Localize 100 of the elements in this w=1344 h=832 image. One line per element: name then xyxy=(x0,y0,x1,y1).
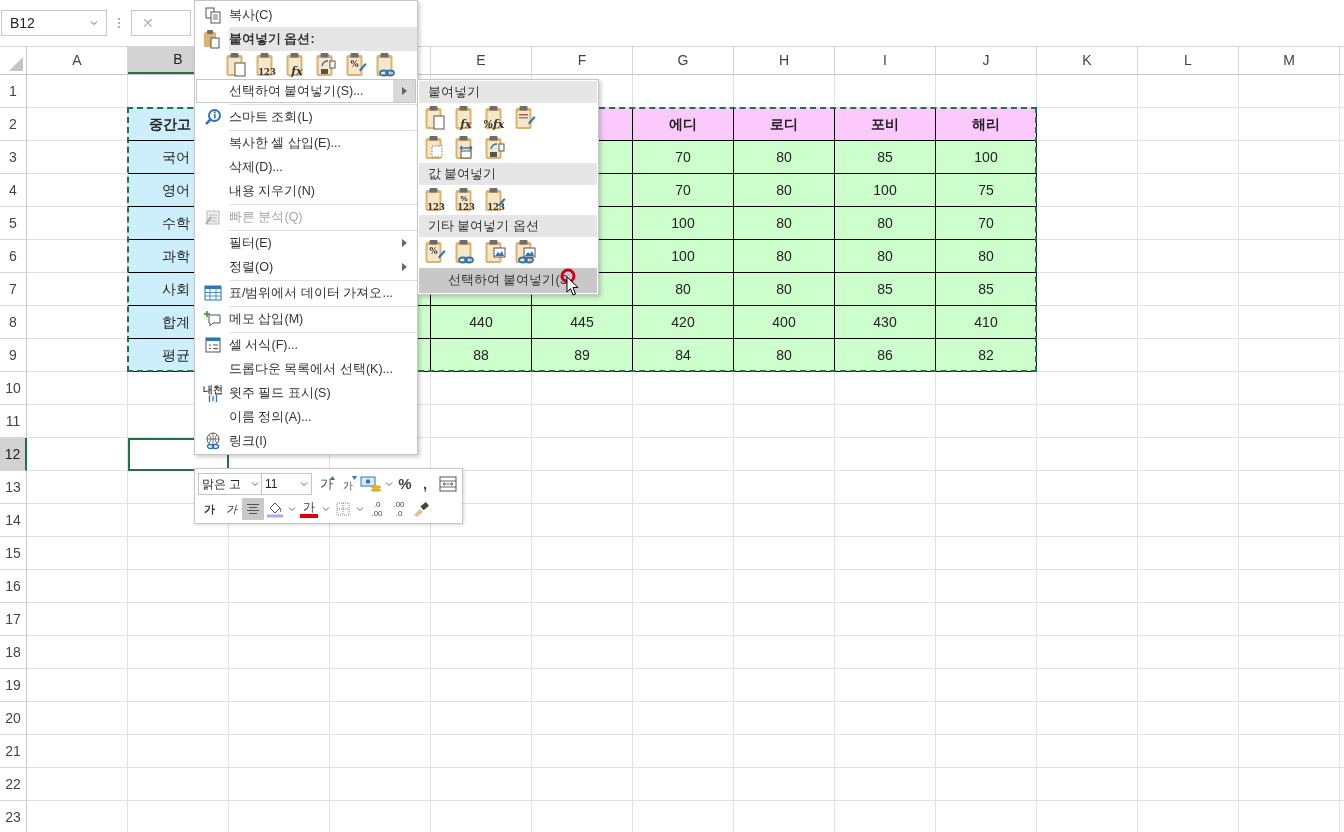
copy-icon xyxy=(204,6,222,24)
up-triangle-icon xyxy=(330,476,335,480)
table-cell: 에디 xyxy=(633,108,734,141)
font-name-field[interactable]: 맑은 고 xyxy=(198,473,262,495)
color-bar xyxy=(300,514,318,518)
paintbrush-icon xyxy=(412,501,430,517)
table-cell: 84 xyxy=(633,339,734,372)
row-header[interactable]: 12 xyxy=(0,438,27,471)
row-header[interactable]: 19 xyxy=(0,669,27,702)
submenu-section-header: 붙여넣기 xyxy=(419,81,597,103)
row-header[interactable]: 23 xyxy=(0,801,27,832)
decimal-places-button[interactable]: .00 .0 xyxy=(388,498,410,520)
table-cell: 80 xyxy=(734,207,835,240)
row-header[interactable]: 10 xyxy=(0,372,27,405)
clipboard-arrows-icon[interactable] xyxy=(315,52,339,78)
row-header[interactable]: 7 xyxy=(0,273,27,306)
number-format-button[interactable]: , xyxy=(415,473,435,495)
row-header[interactable]: 8 xyxy=(0,306,27,339)
table-cell: 80 xyxy=(936,240,1037,273)
table-cell: 88 xyxy=(431,339,532,372)
row-header[interactable]: 5 xyxy=(0,207,27,240)
globe-link-icon xyxy=(204,432,222,450)
row-header[interactable]: 18 xyxy=(0,636,27,669)
row-header[interactable]: 6 xyxy=(0,240,27,273)
clipboard-brush-icon[interactable] xyxy=(514,105,538,131)
table-cell: 80 xyxy=(734,339,835,372)
font-color-button[interactable]: 가 xyxy=(298,498,320,520)
table-icon xyxy=(204,285,222,301)
table-cell: 100 xyxy=(633,207,734,240)
table-cell: 70 xyxy=(633,174,734,207)
table-cell: 85 xyxy=(936,273,1037,306)
paint-bucket-icon xyxy=(266,500,284,518)
row-header[interactable]: 4 xyxy=(0,174,27,207)
column-header[interactable]: M xyxy=(1239,47,1340,74)
font-size-field[interactable]: 11 xyxy=(262,473,312,495)
row-header[interactable]: 1 xyxy=(0,75,27,108)
menu-item[interactable]: 링크(I) xyxy=(196,429,416,453)
table-cell: 80 xyxy=(835,207,936,240)
column-header[interactable]: J xyxy=(936,47,1037,74)
comment-icon xyxy=(204,310,222,328)
row-header[interactable]: 13 xyxy=(0,471,27,504)
wrap-text-icon[interactable] xyxy=(438,475,458,493)
clipboard-page-icon[interactable] xyxy=(424,105,448,131)
clipboard-icon xyxy=(203,29,221,49)
center-align-button[interactable] xyxy=(242,498,264,520)
table-cell: 80 xyxy=(734,174,835,207)
row-header[interactable]: 16 xyxy=(0,570,27,603)
column-header[interactable]: H xyxy=(734,47,835,74)
column-header[interactable]: G xyxy=(633,47,734,74)
column-header[interactable]: F xyxy=(532,47,633,74)
row-header[interactable]: 9 xyxy=(0,339,27,372)
align-center-icon xyxy=(246,503,260,515)
decrease-font-button[interactable]: 가 xyxy=(337,473,359,495)
table-cell: 100 xyxy=(936,141,1037,174)
drag-handle-icon xyxy=(117,16,121,30)
table-cell: 해리 xyxy=(936,108,1037,141)
column-header[interactable]: K xyxy=(1037,47,1138,74)
table-cell: 70 xyxy=(633,141,734,174)
row-header[interactable]: 22 xyxy=(0,768,27,801)
table-cell: 80 xyxy=(633,273,734,306)
column-header[interactable]: I xyxy=(835,47,936,74)
table-cell: 100 xyxy=(633,240,734,273)
decimal-places-button[interactable]: .0 .00 xyxy=(366,498,388,520)
italic-button[interactable]: 가 xyxy=(220,498,242,520)
number-format-button[interactable]: % xyxy=(395,473,415,495)
name-box[interactable]: B12 xyxy=(1,10,107,36)
table-cell: 75 xyxy=(936,174,1037,207)
table-cell: 430 xyxy=(835,306,936,339)
menu-item[interactable]: 내천 윗주 필드 표시(S) xyxy=(196,381,416,405)
table-cell: 82 xyxy=(936,339,1037,372)
table-cell: 포비 xyxy=(835,108,936,141)
clipboard-picture-icon[interactable] xyxy=(514,239,538,265)
column-header[interactable]: E xyxy=(431,47,532,74)
clipboard-page-icon[interactable] xyxy=(225,52,249,78)
row-header[interactable]: 17 xyxy=(0,603,27,636)
format-cells-icon xyxy=(204,336,222,354)
row-header[interactable]: 21 xyxy=(0,735,27,768)
table-cell: 420 xyxy=(633,306,734,339)
row-header[interactable]: 20 xyxy=(0,702,27,735)
clipboard-arrows-icon[interactable] xyxy=(484,135,508,161)
quick-analysis-icon xyxy=(204,208,222,226)
column-header[interactable]: L xyxy=(1138,47,1239,74)
menu-item[interactable]: 복사(C) xyxy=(196,3,416,27)
accounting-format-icon[interactable] xyxy=(360,475,382,493)
row-header[interactable]: 15 xyxy=(0,537,27,570)
submenu-section-header: 값 붙여넣기 xyxy=(419,163,597,185)
row-header[interactable]: 3 xyxy=(0,141,27,174)
clipboard-picture-icon[interactable] xyxy=(484,239,508,265)
increase-font-button[interactable]: 가 xyxy=(315,473,337,495)
table-cell: 로디 xyxy=(734,108,835,141)
table-cell: 440 xyxy=(431,306,532,339)
table-cell: 410 xyxy=(936,306,1037,339)
table-cell: 89 xyxy=(532,339,633,372)
row-header[interactable]: 2 xyxy=(0,108,27,141)
row-header[interactable]: 14 xyxy=(0,504,27,537)
menu-item[interactable]: 이름 정의(A)... xyxy=(196,405,416,429)
menu-section-header: 붙여넣기 옵션: xyxy=(229,27,417,51)
bold-button[interactable]: 가 xyxy=(198,498,220,520)
table-cell: 85 xyxy=(835,141,936,174)
menu-item[interactable]: 선택하여 붙여넣기(S)... xyxy=(196,79,416,103)
